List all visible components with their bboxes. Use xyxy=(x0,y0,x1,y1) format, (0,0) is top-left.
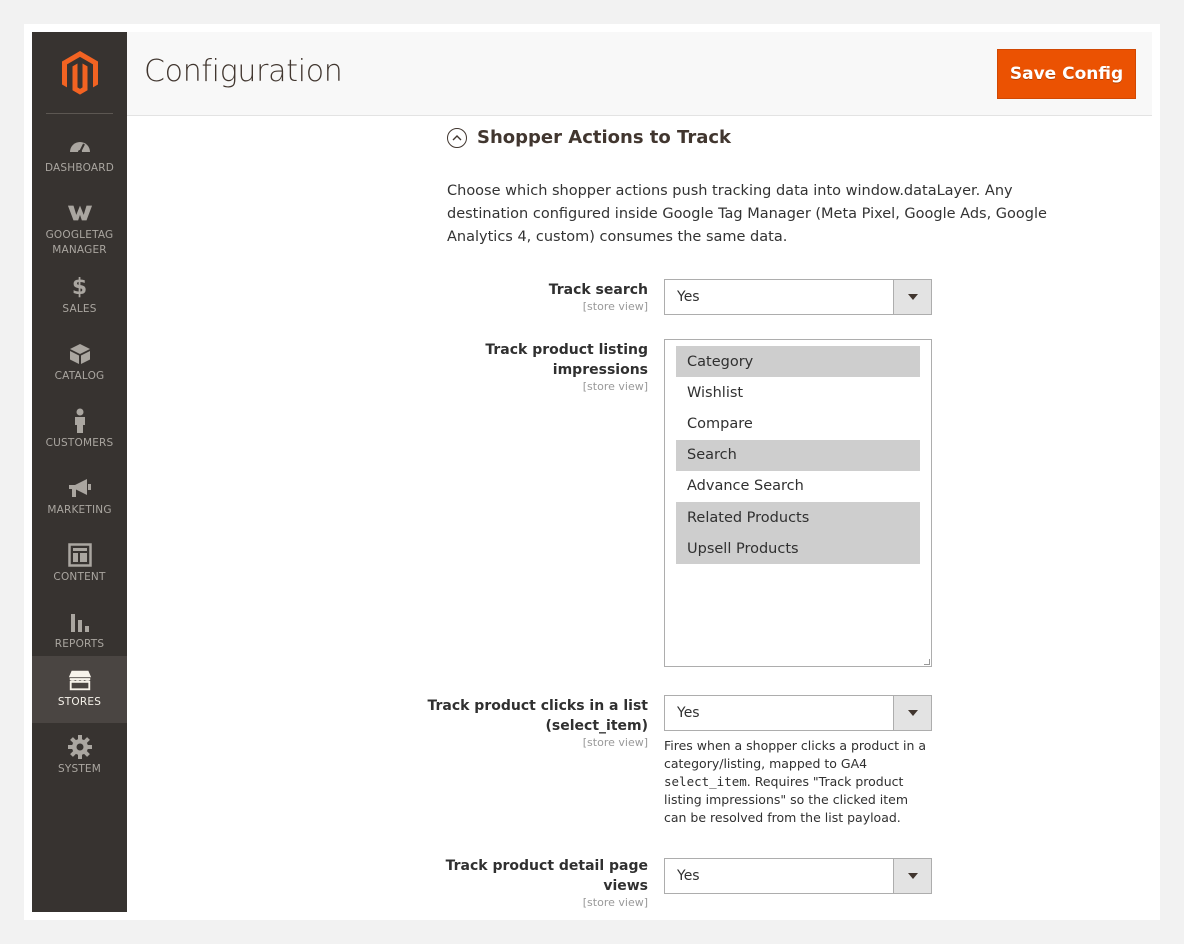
listing-option-related-products[interactable]: Related Products xyxy=(676,501,920,534)
section-toggle-shopper-actions[interactable]: Shopper Actions to Track xyxy=(447,127,731,148)
magento-logo-icon xyxy=(61,51,98,95)
note-code: select_item xyxy=(664,774,747,789)
select-value: Yes xyxy=(677,868,700,884)
scope-label: [store view] xyxy=(582,300,648,313)
field-label-text: Track product detail page xyxy=(445,858,648,874)
field-label-text: Track product listing xyxy=(485,342,648,358)
track-detail-label: Track product detail page views [store v… xyxy=(446,856,648,910)
sidebar-item-label: SALES xyxy=(62,303,97,315)
sidebar-item-sales[interactable]: $ SALES xyxy=(32,263,127,330)
googletag-icon xyxy=(67,201,93,225)
gear-icon xyxy=(67,735,93,759)
store-icon xyxy=(67,668,93,692)
chevron-down-icon xyxy=(907,294,918,300)
admin-sidebar: DASHBOARD GOOGLETAG MANAGER $ SALES CATA… xyxy=(32,32,127,912)
track-listing-label: Track product listing impressions [store… xyxy=(485,340,648,394)
megaphone-icon xyxy=(67,476,93,500)
select-value: Yes xyxy=(677,705,700,721)
sidebar-item-label: CONTENT xyxy=(53,571,106,583)
person-icon xyxy=(67,408,93,433)
scope-label: [store view] xyxy=(582,736,648,749)
sidebar-item-label: CUSTOMERS xyxy=(45,437,114,449)
listing-option-upsell-products[interactable]: Upsell Products xyxy=(676,533,920,565)
track-search-select[interactable]: Yes xyxy=(664,279,932,315)
dropdown-arrow xyxy=(893,859,931,893)
sidebar-item-label: REPORTS xyxy=(54,638,105,650)
sidebar-item-label: STORES xyxy=(57,696,102,708)
sidebar-item-marketing[interactable]: MARKETING xyxy=(32,464,127,531)
chevron-up-icon xyxy=(447,127,467,148)
chevron-down-icon xyxy=(907,873,918,879)
section-title: Shopper Actions to Track xyxy=(477,127,732,148)
listing-option-category[interactable]: Category xyxy=(676,346,920,378)
dropdown-arrow xyxy=(893,280,931,314)
dashboard-icon xyxy=(67,134,93,158)
scope-label: [store view] xyxy=(582,896,648,909)
sidebar-item-label: SYSTEM xyxy=(57,763,102,775)
note-text: Fires when a shopper clicks a product in… xyxy=(664,738,927,771)
track-listing-multiselect[interactable]: Category Wishlist Compare Search Advance… xyxy=(664,339,932,667)
resize-handle[interactable] xyxy=(924,659,930,665)
track-search-label: Track search [store view] xyxy=(549,280,648,314)
sidebar-item-label: CATALOG xyxy=(54,370,105,382)
field-label-text-line2: views xyxy=(603,878,648,894)
field-label-text-line2: (select_item) xyxy=(545,718,648,734)
field-label-text: Track product clicks in a list xyxy=(427,698,648,714)
listing-option-advance-search[interactable]: Advance Search xyxy=(676,471,920,502)
sidebar-item-label-line2: MANAGER xyxy=(52,244,107,256)
sidebar-item-dashboard[interactable]: DASHBOARD xyxy=(32,122,127,189)
field-label-text: Track search xyxy=(548,282,648,298)
box-icon xyxy=(67,342,93,366)
track-clicks-note: Fires when a shopper clicks a product in… xyxy=(664,737,932,827)
listing-option-compare[interactable]: Compare xyxy=(676,408,920,439)
sidebar-item-system[interactable]: SYSTEM xyxy=(32,723,127,790)
config-content: Shopper Actions to Track Choose which sh… xyxy=(127,116,1137,912)
dropdown-arrow xyxy=(893,696,931,730)
track-detail-select[interactable]: Yes xyxy=(664,858,932,894)
sidebar-item-label: GOOGLETAG xyxy=(45,229,114,241)
sidebar-item-label: DASHBOARD xyxy=(44,162,115,174)
field-label-text-line2: impressions xyxy=(552,362,648,378)
page-header: Configuration Save Config xyxy=(127,32,1152,116)
dollar-icon: $ xyxy=(71,274,88,300)
track-clicks-label: Track product clicks in a list (select_i… xyxy=(427,696,648,750)
layout-icon xyxy=(67,543,93,567)
logo-divider xyxy=(46,113,113,114)
sidebar-item-catalog[interactable]: CATALOG xyxy=(32,330,127,397)
listing-option-wishlist[interactable]: Wishlist xyxy=(676,377,920,408)
section-description: Choose which shopper actions push tracki… xyxy=(447,183,1047,245)
magento-logo[interactable] xyxy=(32,32,127,114)
bar-chart-icon xyxy=(67,610,93,634)
chevron-down-icon xyxy=(907,710,918,716)
select-value: Yes xyxy=(677,289,700,305)
sidebar-item-googletag-manager[interactable]: GOOGLETAG MANAGER xyxy=(32,189,127,271)
listing-option-search[interactable]: Search xyxy=(676,439,920,471)
page-title: Configuration xyxy=(144,54,343,89)
save-config-button[interactable]: Save Config xyxy=(997,49,1136,99)
sidebar-item-content[interactable]: CONTENT xyxy=(32,531,127,598)
sidebar-item-customers[interactable]: CUSTOMERS xyxy=(32,397,127,464)
track-clicks-select[interactable]: Yes xyxy=(664,695,932,731)
sidebar-item-label: MARKETING xyxy=(47,504,112,516)
sidebar-item-stores[interactable]: STORES xyxy=(32,656,127,723)
scope-label: [store view] xyxy=(582,380,648,393)
sidebar-item-reports[interactable]: REPORTS xyxy=(32,598,127,665)
